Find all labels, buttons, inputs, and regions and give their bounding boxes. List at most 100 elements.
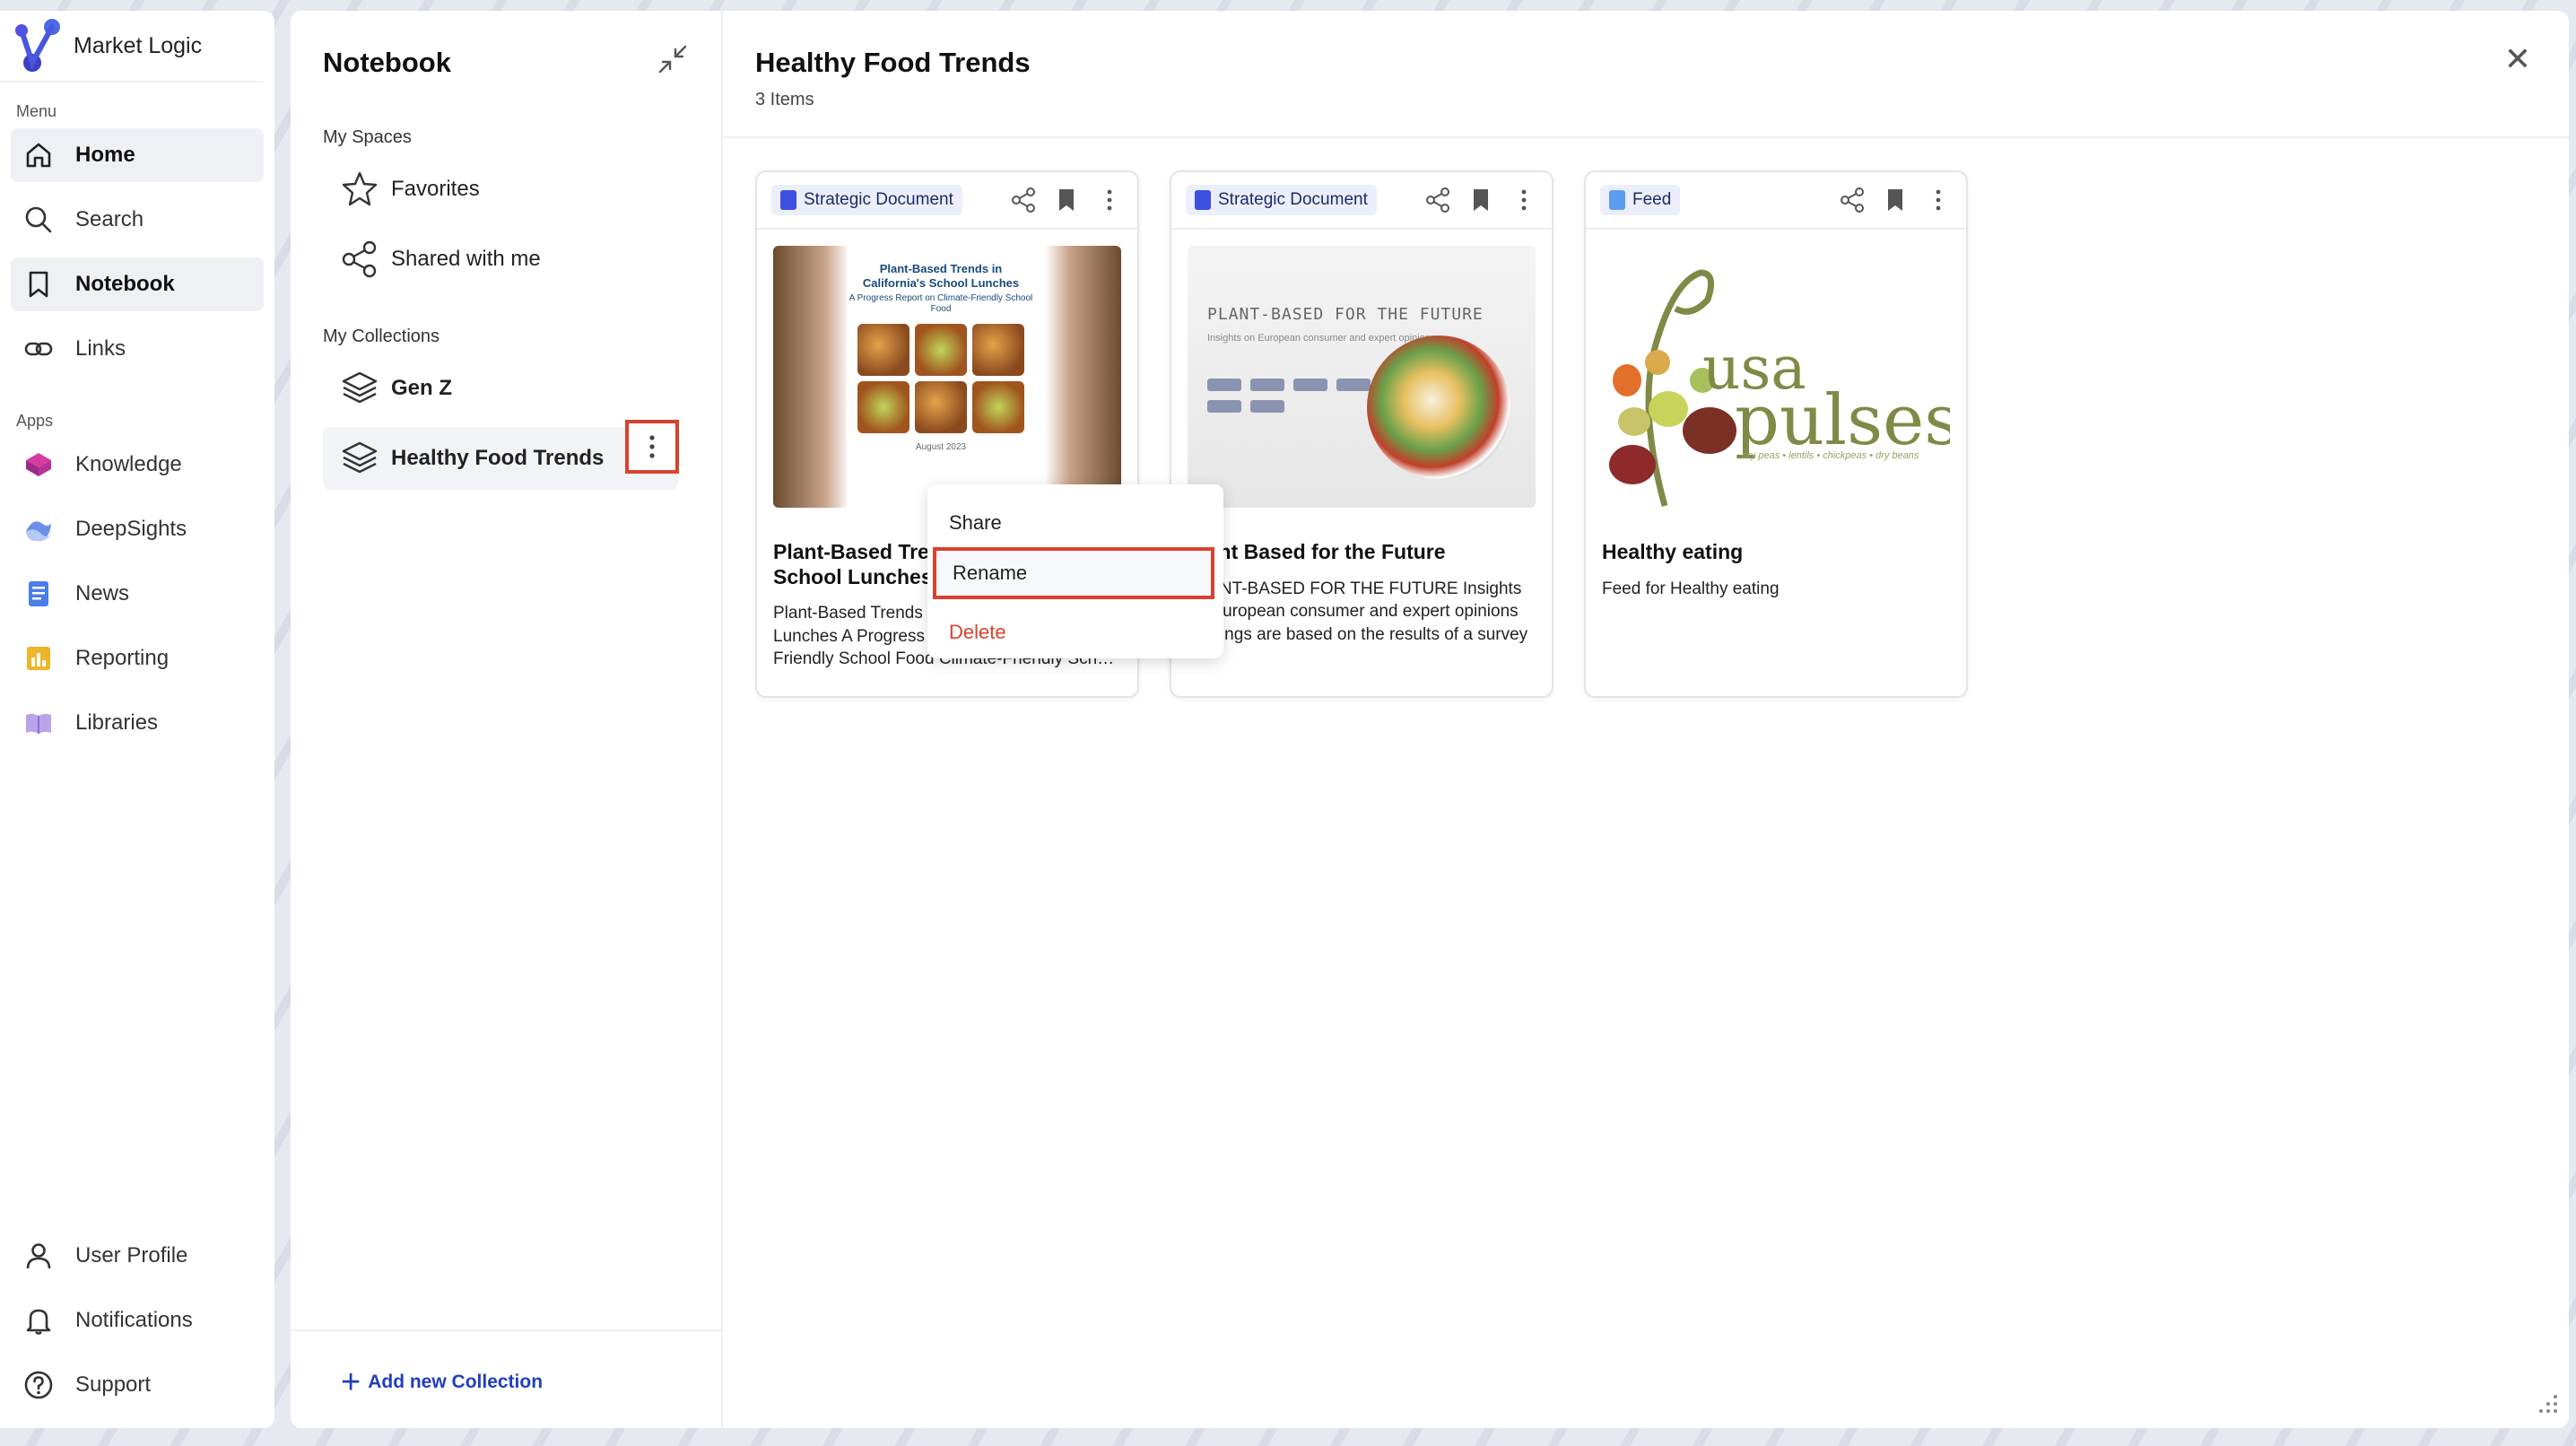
notebook-column: Notebook My Spaces Favorites Shared with… xyxy=(291,11,723,1428)
sidebar-bottom: User Profile Notifications Support xyxy=(0,1224,274,1417)
food-photo-grid xyxy=(847,324,1035,434)
nav-item-notebook[interactable]: Notebook xyxy=(11,257,264,311)
collection-label: Healthy Food Trends xyxy=(391,446,605,470)
add-collection-label: Add new Collection xyxy=(368,1372,544,1392)
nav-label: Notebook xyxy=(75,272,175,296)
notebook-panel: Notebook My Spaces Favorites Shared with… xyxy=(291,11,2569,1428)
user-icon xyxy=(22,1239,56,1273)
bookmark-filled-icon[interactable] xyxy=(1467,187,1494,213)
document-icon xyxy=(1195,190,1211,210)
collection-more-button[interactable] xyxy=(625,420,679,474)
bell-icon xyxy=(22,1303,56,1337)
share-icon[interactable] xyxy=(1010,187,1037,213)
nav-item-news[interactable]: News xyxy=(11,567,264,621)
card-thumbnail: usa pulses dry peas • lentils • chickpea… xyxy=(1602,246,1950,508)
collection-gen-z[interactable]: Gen Z xyxy=(323,357,678,420)
nav-item-support[interactable]: Support xyxy=(11,1353,264,1417)
content-type-badge: Strategic Document xyxy=(771,185,962,215)
card-thumbnail: PLANT-BASED FOR THE FUTURE Insights on E… xyxy=(1188,246,1536,508)
nav-label: Links xyxy=(75,336,126,361)
home-icon xyxy=(22,138,56,172)
collection-header: Healthy Food Trends 3 Items ✕ xyxy=(723,11,2569,138)
bookmark-filled-icon[interactable] xyxy=(1882,187,1909,213)
collection-context-menu: Share Rename Delete xyxy=(927,484,1223,658)
brand-name: Market Logic xyxy=(74,32,203,58)
document-icon xyxy=(780,190,796,210)
share-icon[interactable] xyxy=(1839,187,1866,213)
libraries-icon xyxy=(22,706,56,740)
nav-label: DeepSights xyxy=(75,517,187,541)
nav-label: Support xyxy=(75,1372,152,1397)
bookmark-filled-icon[interactable] xyxy=(1053,187,1080,213)
badge-label: Feed xyxy=(1632,190,1672,209)
badge-label: Strategic Document xyxy=(1218,190,1368,209)
menu-item-share[interactable]: Share xyxy=(927,497,1223,549)
space-favorites[interactable]: Favorites xyxy=(323,158,678,221)
nav-item-user-profile[interactable]: User Profile xyxy=(11,1224,264,1288)
nav-label: Notifications xyxy=(75,1308,193,1332)
feed-icon xyxy=(1609,190,1625,210)
card-actions xyxy=(1839,187,1952,213)
nav-item-knowledge[interactable]: Knowledge xyxy=(11,438,264,492)
search-icon xyxy=(22,203,56,237)
space-shared-with-me[interactable]: Shared with me xyxy=(323,228,678,291)
nav-item-home[interactable]: Home xyxy=(11,128,264,182)
resize-grip-icon[interactable] xyxy=(2537,1392,2560,1416)
menu-item-rename[interactable]: Rename xyxy=(933,547,1214,599)
menu-item-delete[interactable]: Delete xyxy=(927,606,1223,658)
collection-title: Healthy Food Trends xyxy=(755,47,1031,78)
nav-item-reporting[interactable]: Reporting xyxy=(11,632,264,685)
help-icon xyxy=(22,1368,56,1402)
knowledge-icon xyxy=(22,448,56,482)
notebook-footer: + Add new Collection xyxy=(291,1329,721,1428)
main-sidebar: Market Logic Menu Home Search Notebook L… xyxy=(0,11,274,1428)
nav-label: Reporting xyxy=(75,646,170,670)
market-logic-logo-icon xyxy=(15,19,60,72)
nav-label: Libraries xyxy=(75,710,159,735)
menu-section-label: Menu xyxy=(16,102,57,120)
card-actions xyxy=(1010,187,1123,213)
my-spaces-label: My Spaces xyxy=(323,127,412,147)
nav-label: Search xyxy=(75,207,144,231)
nav-label: Knowledge xyxy=(75,452,182,476)
more-vertical-icon xyxy=(649,435,655,458)
layers-icon xyxy=(339,438,380,479)
card-title: Healthy eating xyxy=(1602,540,1744,563)
brand[interactable]: Market Logic xyxy=(0,11,264,83)
nav-item-search[interactable]: Search xyxy=(11,193,264,247)
card-toolbar: Strategic Document xyxy=(757,172,1137,230)
collapse-icon[interactable] xyxy=(655,41,691,77)
nav-item-notifications[interactable]: Notifications xyxy=(11,1288,264,1353)
item-count: 3 Items xyxy=(755,90,814,109)
thumb-heading: PLANT-BASED FOR THE FUTURE xyxy=(1207,305,1484,324)
link-icon xyxy=(22,332,56,366)
space-label: Favorites xyxy=(391,177,480,201)
card-description: PLANT-BASED FOR THE FUTURE Insights on E… xyxy=(1188,579,1528,644)
card-description: Feed for Healthy eating xyxy=(1602,579,1780,598)
content-card[interactable]: Strategic Document PLANT-BASED FOR THE F… xyxy=(1170,170,1553,698)
nav-label: Home xyxy=(75,143,135,167)
content-type-badge: Feed xyxy=(1600,185,1681,215)
nav-item-deepsights[interactable]: DeepSights xyxy=(11,502,264,556)
more-vertical-icon[interactable] xyxy=(1925,187,1952,213)
content-card[interactable]: Feed usa pulses dry peas • lentils • chi… xyxy=(1584,170,1968,698)
card-actions xyxy=(1424,187,1537,213)
share-icon[interactable] xyxy=(1424,187,1451,213)
my-collections-label: My Collections xyxy=(323,327,440,346)
card-title: Plant Based for the Future xyxy=(1188,540,1446,563)
reporting-icon xyxy=(22,641,56,675)
report-cover: Plant-Based Trends in California's Schoo… xyxy=(847,246,1035,508)
deepsights-icon xyxy=(22,512,56,546)
card-toolbar: Feed xyxy=(1586,172,1966,230)
card-thumbnail: Plant-Based Trends in California's Schoo… xyxy=(773,246,1121,508)
close-icon[interactable]: ✕ xyxy=(2504,43,2531,75)
content-type-badge: Strategic Document xyxy=(1186,185,1377,215)
partner-logos xyxy=(1207,379,1378,413)
nav-item-links[interactable]: Links xyxy=(11,322,264,376)
more-vertical-icon[interactable] xyxy=(1510,187,1537,213)
more-vertical-icon[interactable] xyxy=(1096,187,1123,213)
collection-label: Gen Z xyxy=(391,376,453,400)
nav-item-libraries[interactable]: Libraries xyxy=(11,696,264,750)
news-icon xyxy=(22,577,56,611)
add-collection-button[interactable]: + Add new Collection xyxy=(341,1365,543,1399)
